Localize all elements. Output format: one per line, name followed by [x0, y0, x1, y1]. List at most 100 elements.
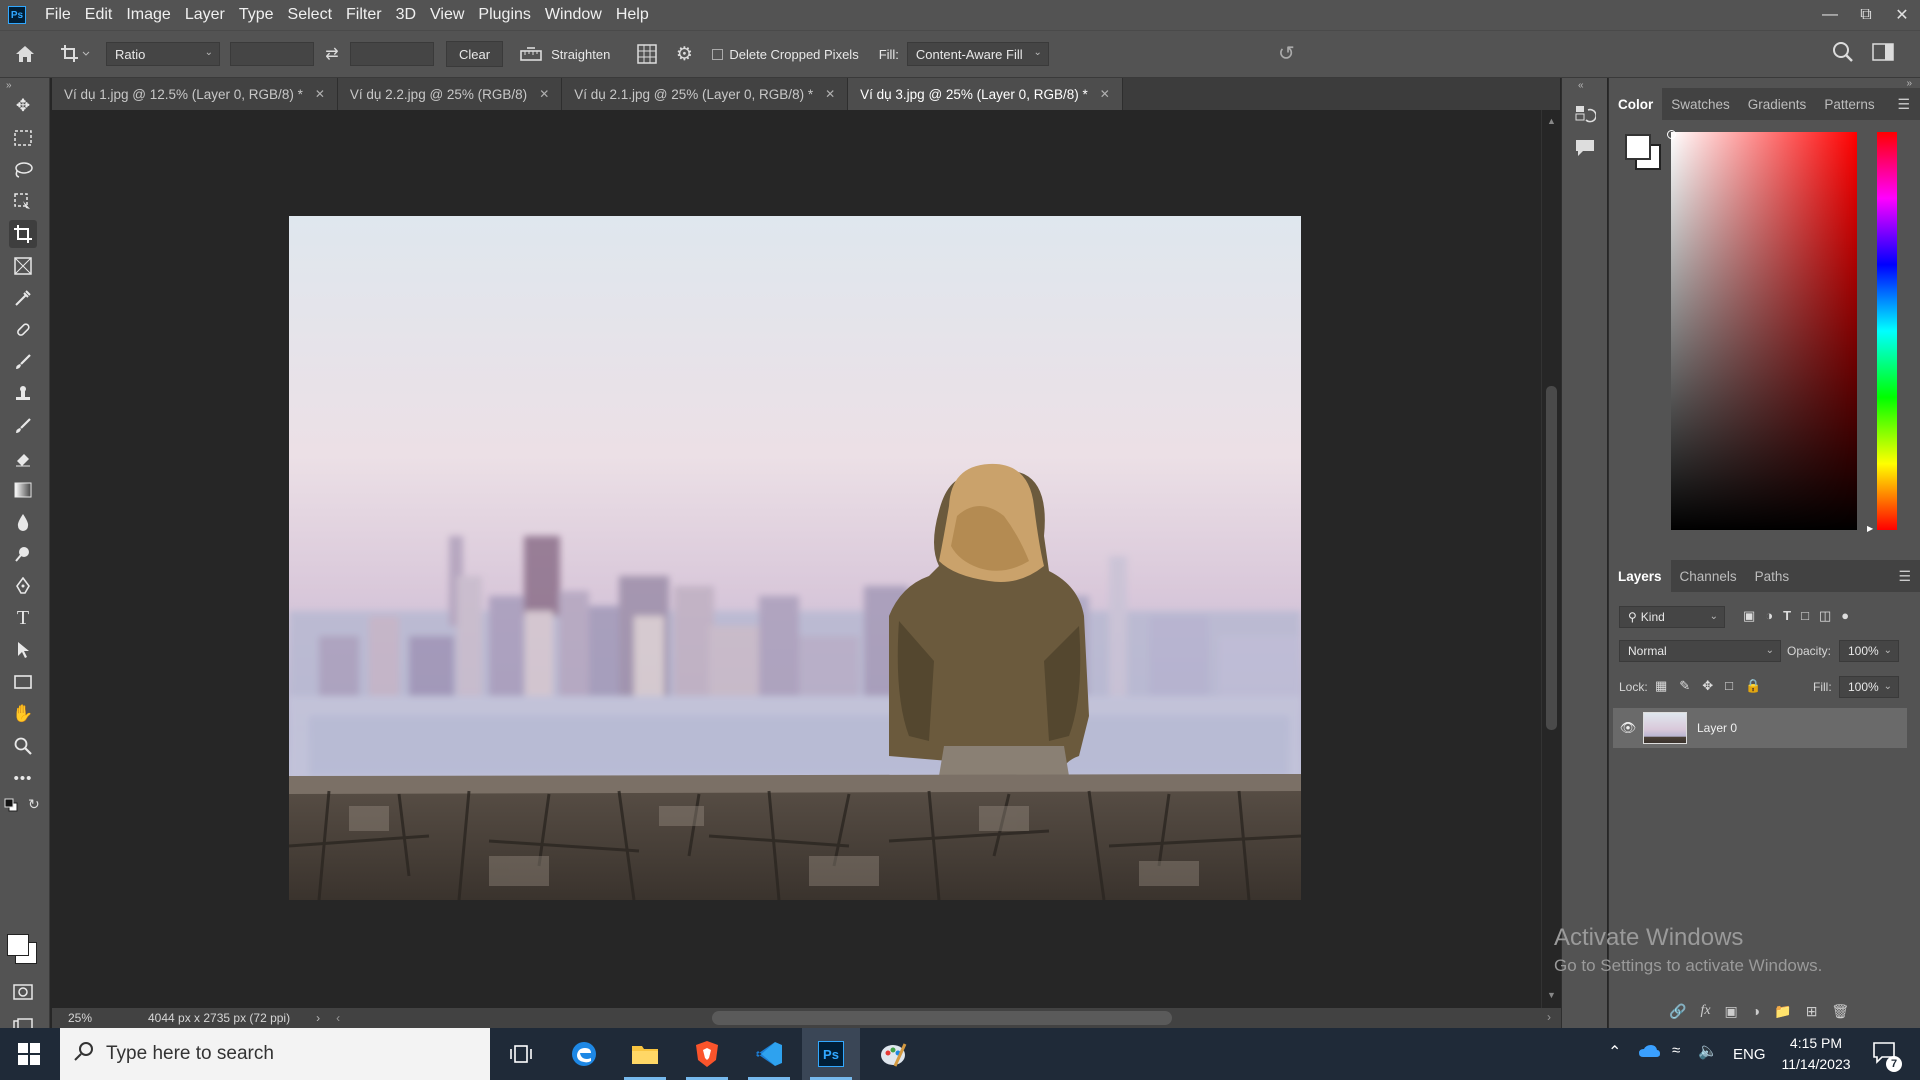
tab-paths[interactable]: Paths: [1746, 560, 1799, 592]
menu-plugins[interactable]: Plugins: [471, 6, 537, 24]
task-view-icon[interactable]: [492, 1028, 550, 1080]
adjustment-layer-filter-icon[interactable]: ◑: [1765, 608, 1773, 624]
lock-artboard-icon[interactable]: □: [1725, 678, 1733, 694]
lock-position-icon[interactable]: ✥: [1702, 678, 1713, 694]
canvas-area[interactable]: [52, 110, 1540, 1008]
expand-icon[interactable]: »: [1906, 78, 1912, 89]
onedrive-icon[interactable]: [1638, 1044, 1660, 1061]
paint-app-icon[interactable]: [864, 1028, 922, 1080]
menu-select[interactable]: Select: [281, 6, 339, 24]
menu-layer[interactable]: Layer: [178, 6, 232, 24]
link-layers-icon[interactable]: 🔗: [1669, 1003, 1686, 1020]
clone-stamp-tool-icon[interactable]: [9, 380, 37, 408]
eyedropper-tool-icon[interactable]: [9, 284, 37, 312]
panel-menu-icon[interactable]: ☰: [1897, 88, 1920, 120]
move-tool-icon[interactable]: ✥: [9, 92, 37, 120]
menu-view[interactable]: View: [423, 6, 471, 24]
document-tab[interactable]: Ví dụ 2.2.jpg @ 25% (RGB/8) ✕: [337, 78, 563, 110]
default-colors-icon[interactable]: [4, 798, 18, 812]
document-tab[interactable]: Ví dụ 2.1.jpg @ 25% (Layer 0, RGB/8) * ✕: [562, 78, 849, 110]
edge-browser-icon[interactable]: [555, 1028, 613, 1080]
quick-mask-icon[interactable]: [9, 978, 37, 1006]
blur-tool-icon[interactable]: [9, 508, 37, 536]
brave-browser-icon[interactable]: [678, 1028, 736, 1080]
document-image[interactable]: [289, 216, 1301, 900]
delete-cropped-checkbox[interactable]: [712, 48, 724, 60]
document-tab-active[interactable]: Ví dụ 3.jpg @ 25% (Layer 0, RGB/8) * ✕: [848, 78, 1123, 110]
horizontal-scroll-thumb[interactable]: [712, 1011, 1172, 1025]
menu-type[interactable]: Type: [232, 6, 281, 24]
marquee-tool-icon[interactable]: [9, 124, 37, 152]
pixel-layer-filter-icon[interactable]: ▣: [1743, 608, 1755, 624]
history-brush-tool-icon[interactable]: [9, 412, 37, 440]
blend-mode-dropdown[interactable]: Normal ⌄: [1619, 640, 1781, 662]
hue-slider-handle[interactable]: ▶: [1867, 524, 1873, 533]
fill-dropdown[interactable]: Content-Aware Fill ⌄: [906, 42, 1049, 66]
gradient-tool-icon[interactable]: [9, 476, 37, 504]
close-icon[interactable]: ✕: [1100, 87, 1110, 101]
pen-tool-icon[interactable]: [9, 572, 37, 600]
zoom-level[interactable]: 25%: [68, 1011, 108, 1025]
menu-edit[interactable]: Edit: [78, 6, 120, 24]
language-indicator[interactable]: ENG: [1733, 1046, 1766, 1063]
collapse-icon[interactable]: «: [1578, 80, 1584, 91]
tab-layers[interactable]: Layers: [1609, 560, 1671, 592]
ratio-width-input[interactable]: [230, 42, 314, 66]
menu-window[interactable]: Window: [538, 6, 609, 24]
visibility-eye-icon[interactable]: 👁: [1613, 720, 1643, 736]
taskbar-search-box[interactable]: Type here to search: [60, 1028, 490, 1080]
chevron-right-icon[interactable]: ›: [316, 1011, 320, 1025]
vertical-scrollbar[interactable]: ▲ ▼: [1541, 110, 1561, 1008]
search-icon[interactable]: [1832, 41, 1854, 63]
eraser-tool-icon[interactable]: [9, 444, 37, 472]
lasso-tool-icon[interactable]: [9, 156, 37, 184]
layer-filter-dropdown[interactable]: ⚲ Kind ⌄: [1619, 606, 1725, 628]
hue-slider[interactable]: [1877, 132, 1897, 530]
rectangle-tool-icon[interactable]: [9, 668, 37, 696]
swap-colors-icon[interactable]: ↻: [28, 796, 40, 813]
lock-image-pixels-icon[interactable]: ✎: [1679, 678, 1690, 694]
object-selection-tool-icon[interactable]: [9, 188, 37, 216]
ratio-height-input[interactable]: [350, 42, 434, 66]
zoom-tool-icon[interactable]: [9, 732, 37, 760]
history-panel-icon[interactable]: [1574, 104, 1597, 129]
crop-tool-icon[interactable]: [9, 220, 37, 248]
close-icon[interactable]: ✕: [315, 87, 325, 101]
close-icon[interactable]: ✕: [1884, 0, 1920, 30]
tab-swatches[interactable]: Swatches: [1662, 88, 1739, 120]
type-tool-icon[interactable]: T: [9, 604, 37, 632]
fill-input[interactable]: 100% ⌄: [1839, 676, 1899, 698]
gear-icon[interactable]: ⚙: [666, 43, 702, 66]
color-picker-handle[interactable]: [1667, 130, 1676, 139]
menu-help[interactable]: Help: [609, 6, 656, 24]
layer-style-fx-icon[interactable]: fx: [1700, 1003, 1710, 1020]
chevron-up-icon[interactable]: ⌃: [1608, 1042, 1621, 1062]
type-layer-filter-icon[interactable]: T: [1783, 608, 1791, 624]
tab-gradients[interactable]: Gradients: [1739, 88, 1816, 120]
new-group-icon[interactable]: 📁: [1774, 1003, 1791, 1020]
scroll-down-icon[interactable]: ▼: [1547, 990, 1556, 1000]
menu-image[interactable]: Image: [119, 6, 177, 24]
filter-toggle-icon[interactable]: ●: [1841, 608, 1849, 624]
tab-patterns[interactable]: Patterns: [1815, 88, 1883, 120]
clear-button[interactable]: Clear: [446, 41, 504, 67]
path-selection-tool-icon[interactable]: [9, 636, 37, 664]
vscode-icon[interactable]: [740, 1028, 798, 1080]
foreground-color-swatch[interactable]: [7, 934, 29, 956]
add-mask-icon[interactable]: ▣: [1725, 1003, 1738, 1020]
reset-icon[interactable]: ↺: [1278, 41, 1295, 66]
healing-brush-tool-icon[interactable]: [9, 316, 37, 344]
scroll-left-icon[interactable]: ‹: [336, 1011, 340, 1025]
color-field[interactable]: [1671, 132, 1857, 530]
straighten-icon[interactable]: [511, 45, 551, 63]
windows-start-icon[interactable]: [0, 1028, 58, 1080]
overlay-grid-icon[interactable]: [628, 44, 666, 64]
file-explorer-icon[interactable]: [616, 1028, 674, 1080]
tab-channels[interactable]: Channels: [1671, 560, 1746, 592]
home-icon[interactable]: [0, 44, 50, 64]
panel-menu-icon[interactable]: ☰: [1898, 560, 1920, 592]
frame-tool-icon[interactable]: [9, 252, 37, 280]
scroll-right-icon[interactable]: ›: [1547, 1010, 1551, 1024]
lock-transparency-icon[interactable]: ▦: [1655, 678, 1667, 694]
restore-icon[interactable]: ⧉: [1848, 0, 1884, 30]
